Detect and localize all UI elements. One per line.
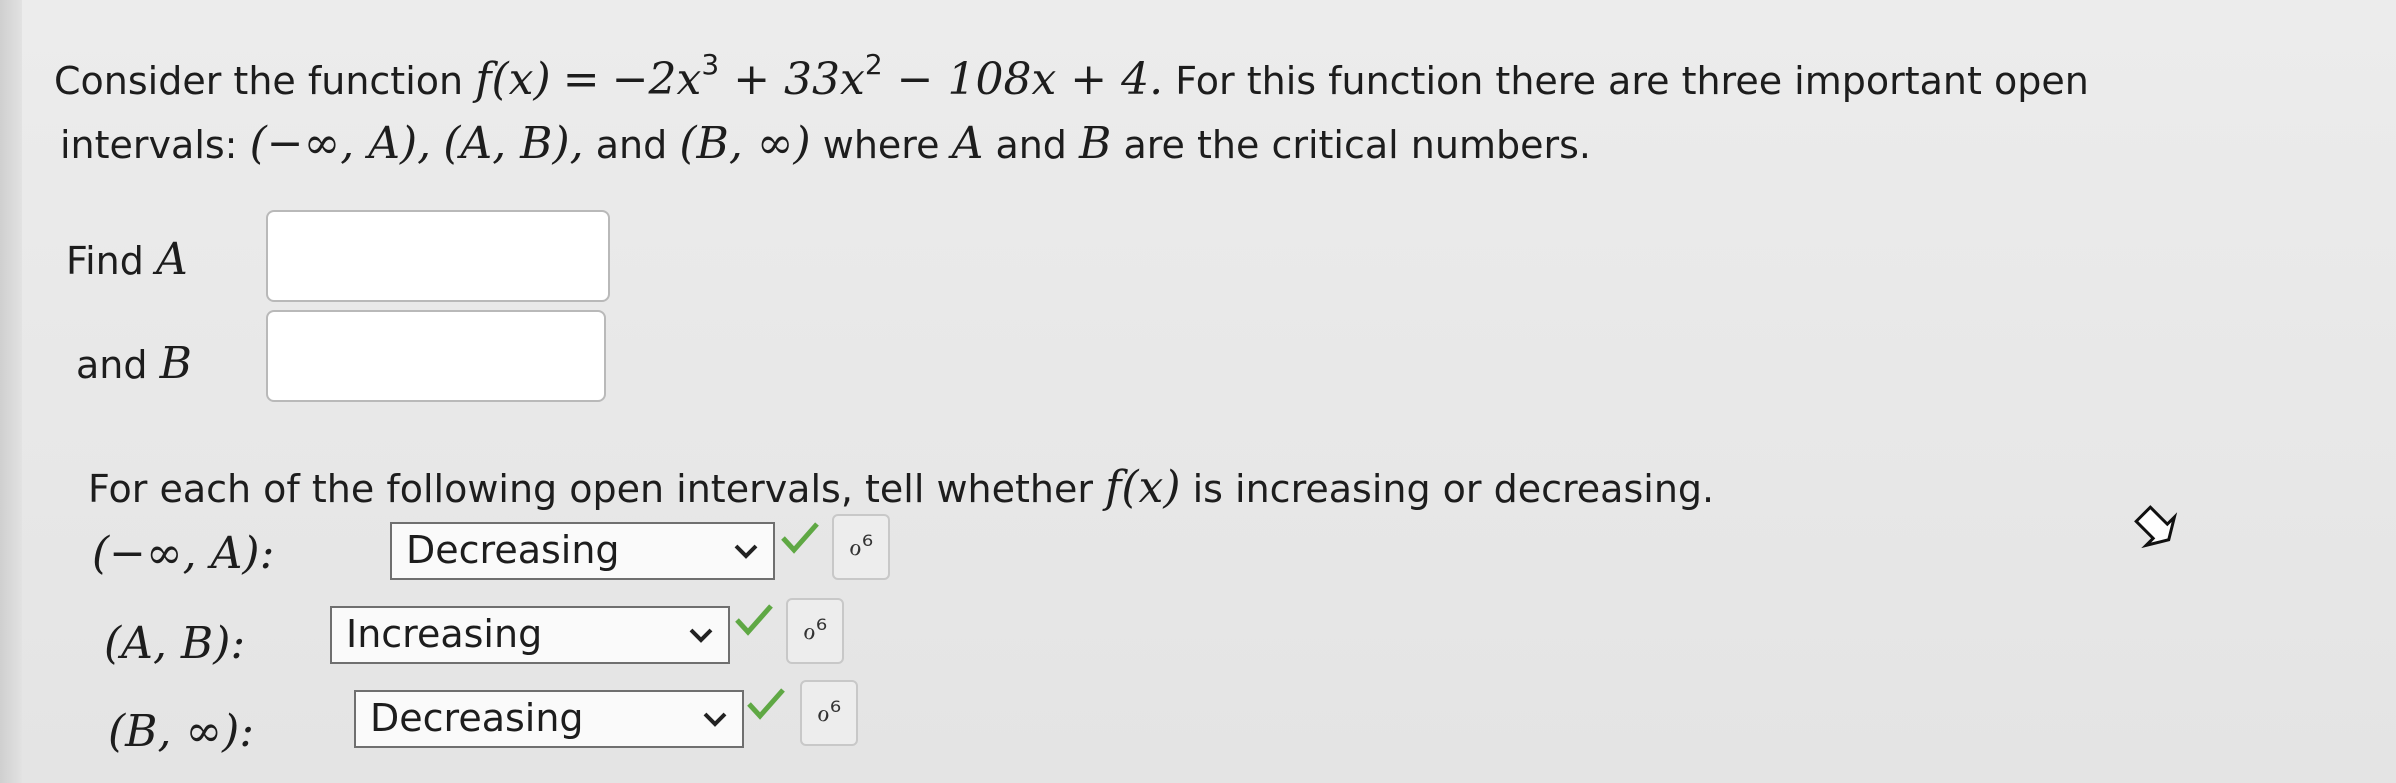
row-3-interval: (B, ∞): <box>108 706 254 757</box>
and-text: and <box>995 123 1067 167</box>
function-term-3: − 108x + 4. <box>882 54 1164 105</box>
row-1-interval: (−∞, A): <box>92 528 274 579</box>
function-exp-2: 2 <box>864 48 883 81</box>
var-b: B <box>1079 118 1112 169</box>
critical-text: are the critical numbers. <box>1123 123 1591 167</box>
question-line-2: intervals: (−∞, A), (A, B), and (B, ∞) w… <box>60 118 1591 169</box>
row-2-interval-text: (A, B): <box>104 618 246 669</box>
check-icon <box>735 604 773 636</box>
row-2-selected: Increasing <box>346 612 543 656</box>
intervals-label: intervals: <box>60 123 238 167</box>
question-panel: Consider the function f(x) = −2x3 + 33x2… <box>0 0 2396 783</box>
row-3-select[interactable]: Decreasing <box>354 690 744 748</box>
instruction-func: f(x) <box>1105 462 1181 513</box>
intro-prefix: Consider the function <box>54 59 464 103</box>
answer-a-input[interactable] <box>266 210 610 302</box>
row-2-interval: (A, B): <box>104 618 245 669</box>
key-icon-button[interactable]: ℴ⁶ <box>832 514 890 580</box>
chevron-down-icon <box>689 628 713 643</box>
key-icon-button[interactable]: ℴ⁶ <box>800 680 858 746</box>
mouse-cursor-icon <box>2134 505 2178 549</box>
chevron-down-icon <box>734 544 758 559</box>
row-2-select[interactable]: Increasing <box>330 606 730 664</box>
and-word: and <box>595 123 668 167</box>
interval-2: (A, B), <box>443 118 584 169</box>
answer-b-input[interactable] <box>266 310 606 402</box>
row-1-interval-text: (−∞, A): <box>92 528 275 579</box>
find-a-var: A <box>155 234 188 285</box>
chevron-down-icon <box>703 712 727 727</box>
row-1-select[interactable]: Decreasing <box>390 522 775 580</box>
function-equals: = <box>562 54 600 105</box>
key-icon-button[interactable]: ℴ⁶ <box>786 598 844 664</box>
find-a-prefix: Find <box>66 239 144 283</box>
function-term-1: −2x <box>611 54 702 105</box>
question-line-1: Consider the function f(x) = −2x3 + 33x2… <box>54 48 2089 105</box>
instruction-suffix: is increasing or decreasing. <box>1192 467 1715 511</box>
find-b-var: B <box>159 338 192 389</box>
interval-1: (−∞, A), <box>249 118 432 169</box>
find-b-label: and B <box>76 338 192 389</box>
intro-suffix: For this function there are three import… <box>1175 59 2089 103</box>
function-exp-1: 3 <box>701 48 720 81</box>
key-icon: ℴ⁶ <box>802 613 828 646</box>
function-lhs: f(x) <box>475 54 551 105</box>
key-icon: ℴ⁶ <box>848 529 874 562</box>
row-1-selected: Decreasing <box>406 528 620 572</box>
instruction-prefix: For each of the following open intervals… <box>88 467 1093 511</box>
instruction-line: For each of the following open intervals… <box>88 462 1714 513</box>
check-icon <box>781 522 819 554</box>
find-a-label: Find A <box>66 234 188 285</box>
find-b-prefix: and <box>76 343 148 387</box>
row-3-selected: Decreasing <box>370 696 584 740</box>
key-icon: ℴ⁶ <box>816 695 842 728</box>
function-term-2: + 33x <box>719 54 865 105</box>
interval-3: (B, ∞) <box>679 118 811 169</box>
var-a: A <box>951 118 984 169</box>
check-icon <box>747 688 785 720</box>
where-text: where <box>822 123 940 167</box>
row-3-interval-text: (B, ∞): <box>108 706 255 757</box>
